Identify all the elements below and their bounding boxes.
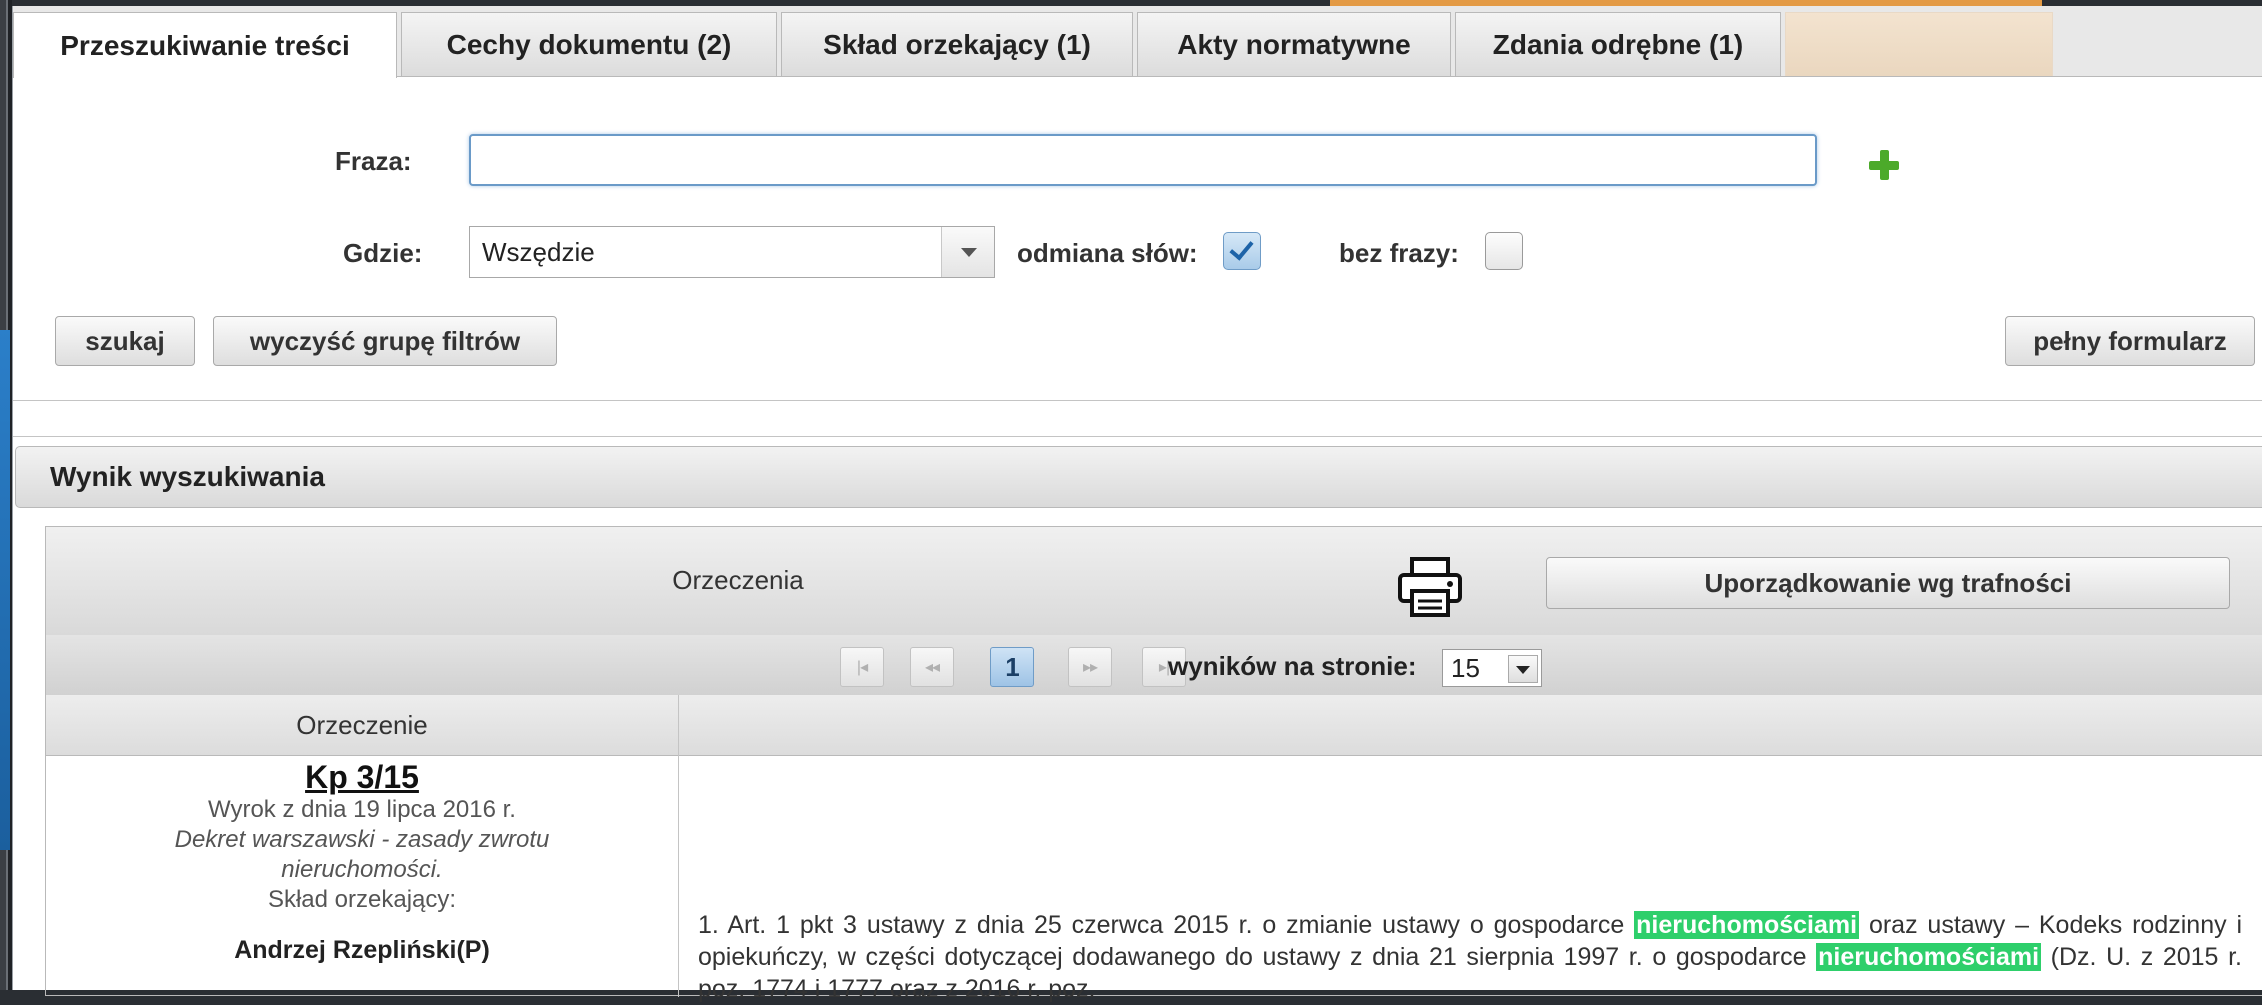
window-frame-left <box>0 0 12 990</box>
result-snippet: 1. Art. 1 pkt 3 ustawy z dnia 25 czerwca… <box>698 909 2242 1005</box>
search-highlight: nieruchomościami <box>1816 943 2042 971</box>
per-page-label: wyników na stronie: <box>1168 651 1417 681</box>
results-toolbar: Orzeczenia Uporządkowanie wg trafności <box>46 527 2262 636</box>
search-window: Przeszukiwanie treści Cechy dokumentu (2… <box>12 6 2262 1003</box>
results-title: Orzeczenia <box>672 565 804 595</box>
clear-filters-button[interactable]: wyczyść grupę filtrów <box>213 316 557 366</box>
tab-normative-acts[interactable]: Akty normatywne <box>1137 12 1451 76</box>
bench-label: Skład orzekający: <box>267 886 457 913</box>
tab-document-features[interactable]: Cechy dokumentu (2) <box>401 12 777 76</box>
frame-accent <box>0 330 10 850</box>
ruling-signature-link[interactable]: Kp 3/15 <box>46 759 678 795</box>
column-divider <box>678 695 679 997</box>
results-panel: Orzeczenia Uporządkowanie wg trafności |… <box>45 526 2262 1003</box>
column-header-content <box>679 695 2262 756</box>
tab-content-search[interactable]: Przeszukiwanie treści <box>13 12 397 78</box>
no-phrase-label: bez frazy: <box>1339 238 1459 268</box>
inflection-checkbox[interactable] <box>1223 232 1261 270</box>
phrase-input[interactable] <box>469 134 1817 186</box>
results-header: Wynik wyszukiwania <box>15 446 2262 508</box>
tab-hidden <box>1785 12 2053 76</box>
per-page-select[interactable]: 15 <box>1442 649 1542 687</box>
result-meta: Kp 3/15 Wyrok z dnia 19 lipca 2016 r. De… <box>46 759 678 965</box>
search-button[interactable]: szukaj <box>55 316 195 366</box>
chevron-down-icon[interactable] <box>1508 655 1538 683</box>
page-1-button[interactable]: 1 <box>990 647 1034 687</box>
printer-icon[interactable] <box>1394 555 1466 619</box>
inflection-label: odmiana słów: <box>1017 238 1198 268</box>
pager-bar: |◂ ◂◂ 1 ▸▸ ▸| wyników na stronie: 15 <box>46 635 2262 696</box>
per-page-value: 15 <box>1451 653 1480 683</box>
search-highlight: nieruchomościami <box>1634 911 1860 939</box>
judge-name: Andrzej Rzepliński(P) <box>234 936 490 964</box>
where-select[interactable]: Wszędzie <box>469 226 995 278</box>
tab-bar: Przeszukiwanie treści Cechy dokumentu (2… <box>13 6 2262 78</box>
snippet-text: 1. Art. 1 pkt 3 ustawy z dnia 25 czerwca… <box>698 911 1625 939</box>
ruling-subject: Dekret warszawski - zasady zwrotu nieruc… <box>174 826 550 883</box>
column-header-ruling[interactable]: Orzeczenie <box>46 695 678 756</box>
phrase-label: Fraza: <box>335 146 412 176</box>
full-form-button[interactable]: pełny formularz <box>2005 316 2255 366</box>
first-page-button[interactable]: |◂ <box>840 647 884 687</box>
where-select-value: Wszędzie <box>482 237 595 267</box>
divider <box>13 400 2262 401</box>
tab-dissenting-opinions[interactable]: Zdania odrębne (1) <box>1455 12 1781 76</box>
next-page-button[interactable]: ▸▸ <box>1068 647 1112 687</box>
tab-bench[interactable]: Skład orzekający (1) <box>781 12 1133 76</box>
chevron-down-icon[interactable] <box>941 227 994 277</box>
ruling-date: Wyrok z dnia 19 lipca 2016 r. <box>208 796 516 823</box>
prev-page-button[interactable]: ◂◂ <box>910 647 954 687</box>
no-phrase-checkbox[interactable] <box>1485 232 1523 270</box>
where-label: Gdzie: <box>343 238 423 268</box>
plus-icon[interactable] <box>1869 150 1899 180</box>
divider <box>13 436 2262 437</box>
sort-relevance-button[interactable]: Uporządkowanie wg trafności <box>1546 557 2230 609</box>
